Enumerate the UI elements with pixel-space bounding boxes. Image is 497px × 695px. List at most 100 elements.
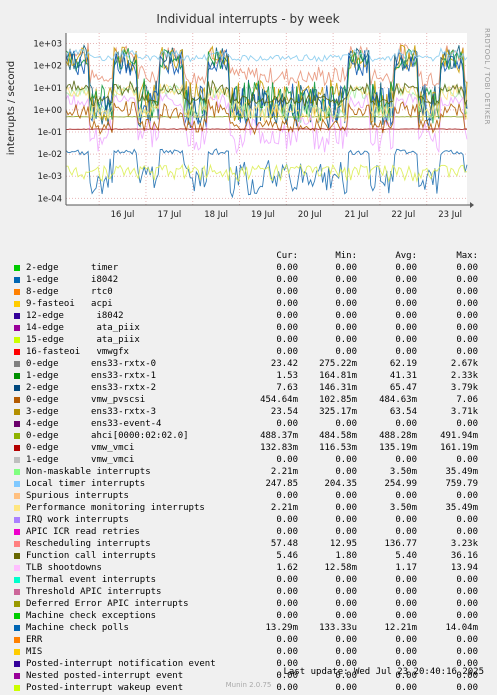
legend-min-value: 0.00 <box>335 599 357 609</box>
y-tick-label: 1e-04 <box>37 194 62 204</box>
legend-swatch <box>14 649 20 655</box>
legend-cur-value: 2.21m <box>270 503 298 513</box>
legend-row: Threshold APIC interrupts 0.00 0.00 0.00 0.0… <box>14 586 492 598</box>
legend-max-value: 0.00 <box>456 635 478 645</box>
legend-label: 4-edge ens33-event-4 <box>26 419 162 429</box>
legend-swatch <box>14 589 20 595</box>
legend-min-value: 0.00 <box>335 299 357 309</box>
legend-min-value: 116.53m <box>319 443 357 453</box>
legend-avg-value: 0.00 <box>395 299 417 309</box>
chart-title: Individual interrupts - by week <box>156 12 339 26</box>
legend-min-value: 1.80 <box>335 551 357 561</box>
plot-area <box>66 33 467 205</box>
legend-cur-value: 0.00 <box>276 647 298 657</box>
legend-label: MIS <box>26 647 43 657</box>
legend-swatch <box>14 433 20 439</box>
legend-swatch <box>14 385 20 391</box>
legend-swatch <box>14 361 20 367</box>
legend-avg-value: 0.00 <box>395 635 417 645</box>
legend-header: Cur: Min: Avg: Max: <box>14 250 492 262</box>
legend-max-value: 0.00 <box>456 575 478 585</box>
x-tick-label: 18 Jul <box>204 210 228 220</box>
legend-avg-value: 0.00 <box>395 611 417 621</box>
legend-min-value: 0.00 <box>335 419 357 429</box>
legend-row: 0-edge vmw_pvscsi 454.64m 102.85m 484.63m 7.… <box>14 394 492 406</box>
legend-row: 1-edge ens33-rxtx-1 1.53 164.81m 41.31 2.33k <box>14 370 492 382</box>
legend-row: 9-fasteoi acpi 0.00 0.00 0.00 0.00 <box>14 298 492 310</box>
legend-avg-value: 0.00 <box>395 455 417 465</box>
legend-row: 14-edge ata_piix 0.00 0.00 0.00 0.00 <box>14 322 492 334</box>
legend-min-value: 0.00 <box>335 335 357 345</box>
y-tick-label: 1e+02 <box>33 62 62 72</box>
legend-label: Deferred Error APIC interrupts <box>26 599 189 609</box>
legend-min-value: 0.00 <box>335 527 357 537</box>
legend-avg-value: 135.19m <box>379 443 417 453</box>
legend-avg-value: 0.00 <box>395 515 417 525</box>
legend-row: IRQ work interrupts 0.00 0.00 0.00 0.00 <box>14 514 492 526</box>
legend-cur-value: 5.46 <box>276 551 298 561</box>
header-cur: Cur: <box>276 251 298 261</box>
legend-row: 4-edge ens33-event-4 0.00 0.00 0.00 0.00 <box>14 418 492 430</box>
rrdtool-credit: RRDTOOL / TOBI OETIKER <box>483 28 491 125</box>
legend-label: Non-maskable interrupts <box>26 467 151 477</box>
legend-cur-value: 0.00 <box>276 323 298 333</box>
legend-max-value: 0.00 <box>456 263 478 273</box>
legend-label: 1-edge ens33-rxtx-1 <box>26 371 157 381</box>
legend-swatch <box>14 421 20 427</box>
legend-label: 9-fasteoi acpi <box>26 299 113 309</box>
legend-swatch <box>14 661 20 667</box>
legend-max-value: 2.33k <box>450 371 478 381</box>
legend-row: 15-edge ata_piix 0.00 0.00 0.00 0.00 <box>14 334 492 346</box>
legend-max-value: 3.23k <box>450 539 478 549</box>
legend-label: Machine check polls <box>26 623 129 633</box>
legend-swatch <box>14 529 20 535</box>
legend-max-value: 0.00 <box>456 611 478 621</box>
legend-cur-value: 7.63 <box>276 383 298 393</box>
legend-cur-value: 488.37m <box>260 431 298 441</box>
legend-min-value: 325.17m <box>319 407 357 417</box>
y-tick-label: 1e-03 <box>37 172 62 182</box>
legend-max-value: 161.19m <box>440 443 478 453</box>
legend-max-value: 0.00 <box>456 587 478 597</box>
legend-min-value: 0.00 <box>335 263 357 273</box>
legend-swatch <box>14 469 20 475</box>
legend-avg-value: 484.63m <box>379 395 417 405</box>
y-tick-label: 1e+03 <box>33 40 62 50</box>
legend-swatch <box>14 289 20 295</box>
legend-swatch <box>14 349 20 355</box>
legend-min-value: 0.00 <box>335 503 357 513</box>
legend-row: Performance monitoring interrupts 2.21m 0.… <box>14 502 492 514</box>
legend-label: Posted-interrupt notification event <box>26 659 216 669</box>
x-tick-label: 22 Jul <box>391 210 415 220</box>
legend-max-value: 13.94 <box>450 563 478 573</box>
legend-label: 14-edge ata_piix <box>26 323 140 333</box>
legend-label: 12-edge i8042 <box>26 311 124 321</box>
legend-avg-value: 41.31 <box>389 371 417 381</box>
header-min: Min: <box>335 251 357 261</box>
legend-min-value: 0.00 <box>335 347 357 357</box>
y-tick-label: 1e+01 <box>33 84 62 94</box>
legend-min-value: 0.00 <box>335 587 357 597</box>
legend-max-value: 0.00 <box>456 527 478 537</box>
legend-max-value: 14.04m <box>445 623 478 633</box>
legend-max-value: 759.79 <box>445 479 478 489</box>
legend-row: TLB shootdowns 1.62 12.58m 1.17 13.94 <box>14 562 492 574</box>
legend-row: 0-edge ahci[0000:02:02.0] 488.37m 484.58m 4… <box>14 430 492 442</box>
legend-min-value: 0.00 <box>335 575 357 585</box>
legend-cur-value: 0.00 <box>276 455 298 465</box>
legend-swatch <box>14 505 20 511</box>
legend-row: MIS 0.00 0.00 0.00 0.00 <box>14 646 492 658</box>
legend-label: 0-edge vmw_pvscsi <box>26 395 146 405</box>
x-tick-label: 16 Jul <box>111 210 135 220</box>
legend-min-value: 0.00 <box>335 323 357 333</box>
legend-label: 15-edge ata_piix <box>26 335 140 345</box>
legend-min-value: 0.00 <box>335 455 357 465</box>
legend-max-value: 0.00 <box>456 599 478 609</box>
legend-avg-value: 0.00 <box>395 323 417 333</box>
legend-swatch <box>14 565 20 571</box>
legend-row: Machine check polls 13.29m 133.33u 12.21m 14… <box>14 622 492 634</box>
legend-swatch <box>14 493 20 499</box>
legend-avg-value: 0.00 <box>395 419 417 429</box>
legend-row: Rescheduling interrupts 57.48 12.95 136.77 3… <box>14 538 492 550</box>
legend-avg-value: 1.17 <box>395 563 417 573</box>
